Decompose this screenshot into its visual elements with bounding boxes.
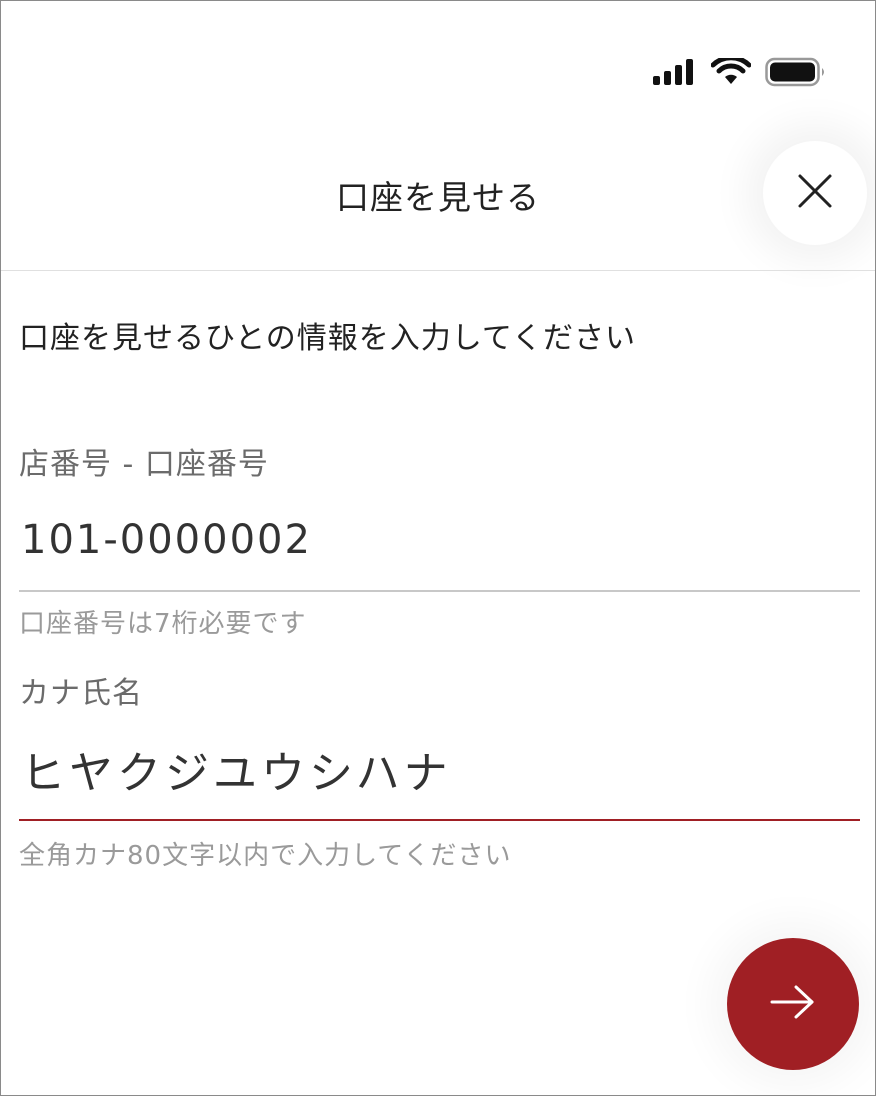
page-title: 口座を見せる [336,178,540,217]
app-screen: 口座を見せる 口座を見せるひとの情報を入力してください 店番号 - 口座番号 口… [0,0,876,1096]
battery-icon [765,57,827,87]
kana-name-label: カナ氏名 [19,676,143,711]
header: 口座を見せる [1,141,875,245]
account-number-label: 店番号 - 口座番号 [19,447,269,482]
kana-name-hint: 全角カナ80文字以内で入力してください [19,841,512,871]
close-icon [797,173,833,213]
arrow-right-icon [768,982,818,1026]
account-number-underline [19,590,860,592]
kana-name-underline [19,819,860,821]
status-bar [653,55,827,89]
header-divider [1,270,875,271]
kana-name-input[interactable] [19,735,861,803]
cellular-signal-icon [653,58,697,86]
account-number-hint: 口座番号は7桁必要です [19,609,307,639]
close-button[interactable] [763,141,867,245]
wifi-icon [711,58,751,86]
next-button[interactable] [727,938,859,1070]
instruction-text: 口座を見せるひとの情報を入力してください [19,321,636,356]
account-number-input[interactable] [19,509,861,571]
